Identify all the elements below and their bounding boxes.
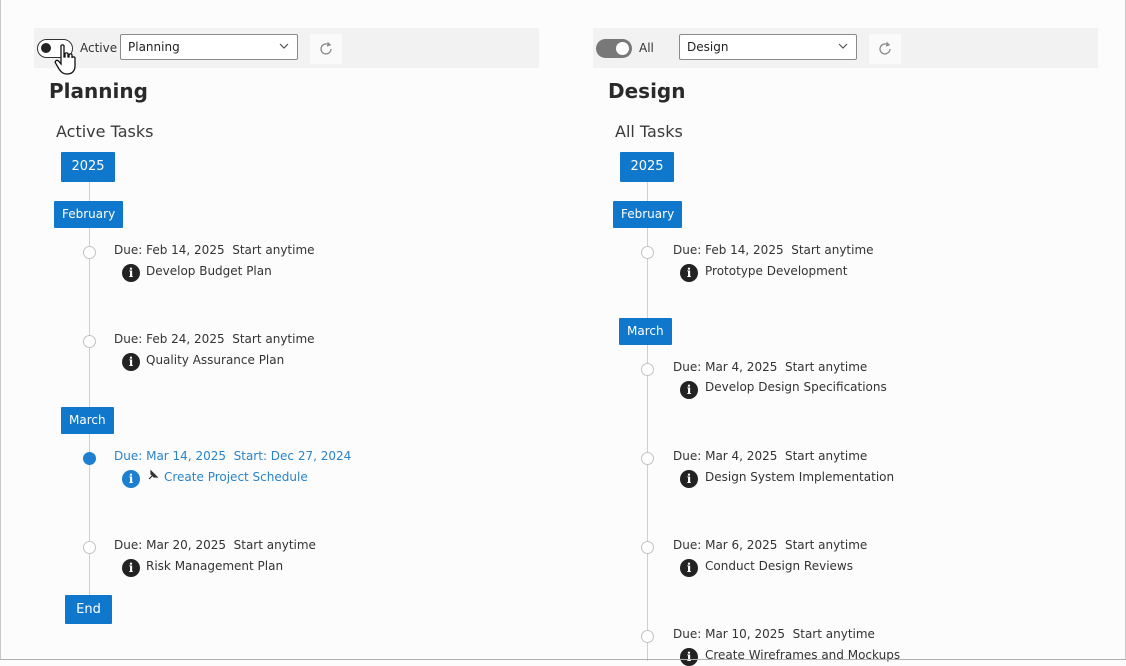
info-icon[interactable]: i (680, 559, 698, 577)
toggle-label: Active (80, 41, 118, 55)
task-due-date: Due: Feb 14, 2025 Start anytime (673, 243, 874, 257)
task-due-date: Due: Mar 10, 2025 Start anytime (673, 627, 875, 641)
chevron-down-icon (838, 43, 848, 49)
task-name[interactable]: Risk Management Plan (146, 559, 283, 573)
task-name[interactable]: Conduct Design Reviews (705, 559, 853, 573)
toggle-knob (41, 43, 51, 53)
timeline-node (641, 541, 654, 554)
timeline-node (641, 363, 654, 376)
dropdown-value: Planning (128, 40, 180, 54)
timeline-node (83, 246, 96, 259)
section-subtitle: All Tasks (615, 122, 683, 141)
left-panel: Active Planning Planning Active Tasks 20… (34, 0, 539, 661)
timeline-node-active (83, 452, 96, 465)
task-name[interactable]: Prototype Development (705, 264, 848, 278)
all-toggle[interactable] (596, 39, 632, 58)
task-name[interactable]: Quality Assurance Plan (146, 353, 284, 367)
toggle-label: All (639, 41, 654, 55)
page-title: Planning (49, 79, 148, 103)
category-dropdown[interactable]: Design (679, 34, 857, 60)
refresh-icon (320, 42, 332, 55)
task-name[interactable]: Design System Implementation (705, 470, 894, 484)
task-due-date: Due: Feb 14, 2025 Start anytime (114, 243, 315, 257)
task-due-date: Due: Mar 4, 2025 Start anytime (673, 449, 868, 463)
end-badge: End (65, 595, 112, 624)
toggle-knob (616, 42, 629, 55)
task-due-date: Due: Mar 6, 2025 Start anytime (673, 538, 868, 552)
year-badge: 2025 (61, 152, 115, 182)
task-name-link[interactable]: Create Project Schedule (164, 470, 308, 484)
month-badge-february: February (613, 201, 683, 228)
dropdown-value: Design (687, 40, 729, 54)
task-due-date: Due: Mar 20, 2025 Start anytime (114, 538, 316, 552)
timeline-line (89, 180, 90, 600)
task-due-date: Due: Mar 4, 2025 Start anytime (673, 360, 868, 374)
info-icon[interactable]: i (122, 559, 140, 577)
year-badge: 2025 (620, 152, 674, 182)
info-icon[interactable]: i (680, 381, 698, 399)
timeline-node (641, 630, 654, 643)
info-icon[interactable]: i (680, 264, 698, 282)
left-toolbar: Active Planning (34, 28, 539, 68)
right-toolbar: All Design (593, 28, 1098, 68)
pin-icon (148, 469, 159, 480)
task-name[interactable]: Develop Design Specifications (705, 380, 887, 394)
timeline-node (641, 452, 654, 465)
right-panel: All Design Design All Tasks 2025 Februar… (593, 0, 1098, 666)
task-due-date: Due: Mar 14, 2025 Start: Dec 27, 2024 (114, 449, 352, 463)
month-badge-february: February (54, 201, 124, 228)
month-badge-march: March (619, 318, 672, 345)
timeline-node (83, 335, 96, 348)
bottom-border (0, 659, 1126, 660)
timeline-node (83, 541, 96, 554)
hand-cursor-icon (54, 44, 76, 75)
page-title: Design (608, 79, 686, 103)
info-icon[interactable]: i (122, 264, 140, 282)
timeline-node (641, 246, 654, 259)
info-icon[interactable]: i (122, 470, 140, 488)
info-icon[interactable]: i (122, 353, 140, 371)
section-subtitle: Active Tasks (56, 122, 154, 141)
category-dropdown[interactable]: Planning (120, 34, 298, 60)
refresh-button[interactable] (310, 34, 342, 64)
month-badge-march: March (61, 407, 114, 434)
task-due-date: Due: Feb 24, 2025 Start anytime (114, 332, 315, 346)
refresh-icon (879, 42, 891, 55)
info-icon[interactable]: i (680, 648, 698, 666)
info-icon[interactable]: i (680, 470, 698, 488)
refresh-button[interactable] (869, 34, 901, 64)
chevron-down-icon (279, 43, 289, 49)
task-name[interactable]: Develop Budget Plan (146, 264, 272, 278)
